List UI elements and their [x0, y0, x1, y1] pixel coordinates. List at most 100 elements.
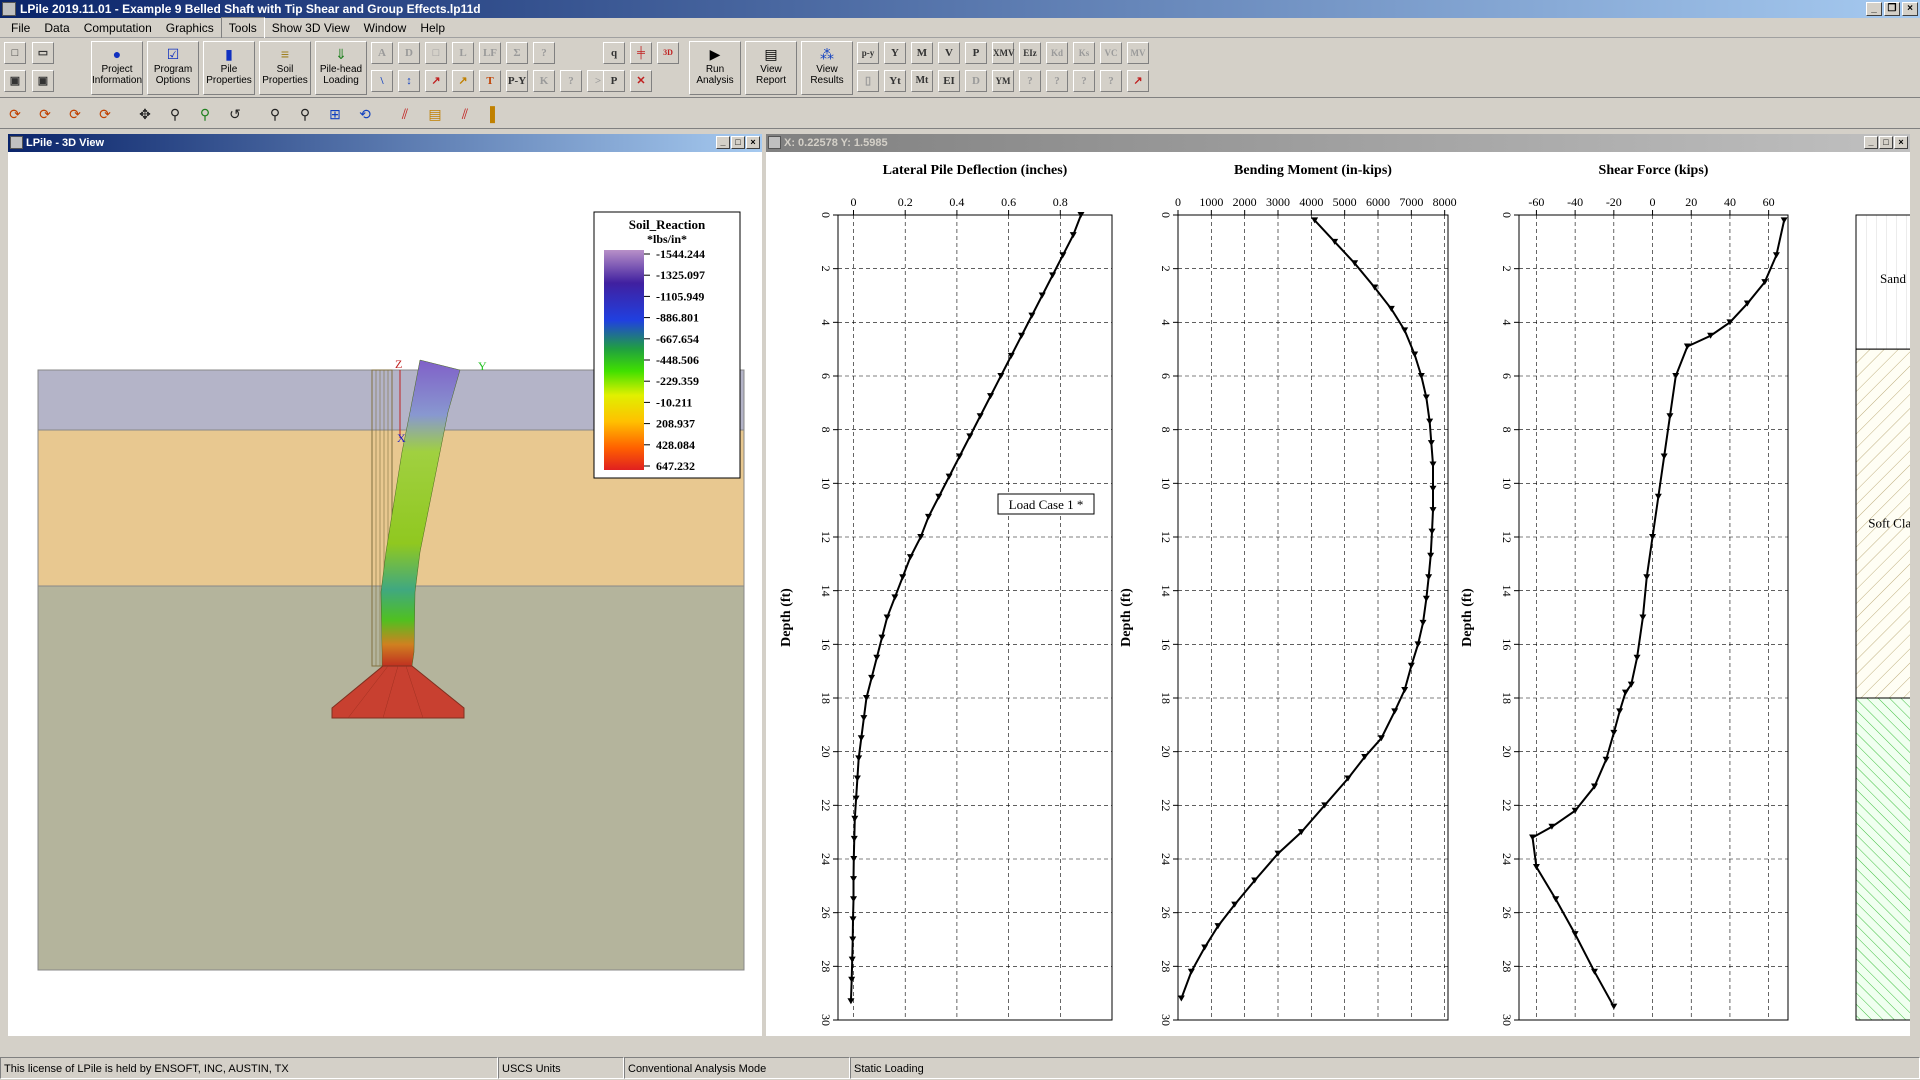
zoom-in-icon[interactable]: ⚲	[264, 103, 286, 125]
distributed-load-icon[interactable]: D	[398, 42, 420, 64]
pile-head-loading-button[interactable]: ⇓ Pile-head Loading	[315, 41, 367, 95]
menu-computation[interactable]: Computation	[77, 18, 159, 38]
reset-view-icon[interactable]: ↺	[224, 103, 246, 125]
l-shape-icon[interactable]: L	[452, 42, 474, 64]
ks-plot-icon[interactable]: Ks	[1073, 42, 1095, 64]
color-scale-icon[interactable]: ▤	[424, 103, 446, 125]
shaft-icon[interactable]: ╪	[630, 42, 652, 64]
refresh-icon[interactable]: ⟲	[354, 103, 376, 125]
view-report-button[interactable]: ▤ View Report	[745, 41, 797, 95]
run-analysis-button[interactable]: ▶ Run Analysis	[689, 41, 741, 95]
multi-plot-icon[interactable]: ↗	[1127, 70, 1149, 92]
t-icon[interactable]: T	[479, 70, 501, 92]
save-icon[interactable]: ▣	[4, 70, 26, 92]
square-icon[interactable]: □	[425, 42, 447, 64]
pan-icon[interactable]: ✥	[134, 103, 156, 125]
restore-button[interactable]: ❐	[1884, 2, 1900, 16]
results-window: X: 0.22578 Y: 1.5985 _ □ × 0 0.2 0.4 0.6 0.8…	[764, 132, 1920, 1038]
kd-plot-icon[interactable]: Kd	[1046, 42, 1068, 64]
vc-plot-icon[interactable]: VC	[1100, 42, 1122, 64]
k-icon[interactable]: K	[533, 70, 555, 92]
q-icon[interactable]: q	[603, 42, 625, 64]
curve-icon[interactable]: ?	[533, 42, 555, 64]
p-icon[interactable]: P	[603, 70, 625, 92]
menu-show-3d-view[interactable]: Show 3D View	[265, 18, 357, 38]
p-plot-icon[interactable]: P	[965, 42, 987, 64]
curve3-icon[interactable]: ?	[1046, 70, 1068, 92]
save-as-icon[interactable]: ▣	[32, 70, 54, 92]
view-results-button[interactable]: ⁂ View Results	[801, 41, 853, 95]
view-toolbar: ⟳ ⟳ ⟳ ⟳ ✥ ⚲ ⚲ ↺ ⚲ ⚲ ⊞ ⟲ ⫽ ▤ ⫽ ▌	[0, 99, 1920, 129]
menu-data[interactable]: Data	[37, 18, 76, 38]
results-maximize-button[interactable]: □	[1879, 136, 1893, 149]
vertical-arrows-icon[interactable]: ↕	[398, 70, 420, 92]
soil-properties-button[interactable]: ≡ Soil Properties	[259, 41, 311, 95]
y-tick-label: 6	[1159, 373, 1173, 379]
zoom-out-icon[interactable]: ⚲	[294, 103, 316, 125]
y-tick-label: 12	[1159, 531, 1173, 543]
soil-profile-icon[interactable]: ⫽	[454, 103, 476, 125]
grid-icon[interactable]: ⊞	[324, 103, 346, 125]
curve-plot-icon[interactable]: ↗	[425, 70, 447, 92]
ei-icon[interactable]: EI	[938, 70, 960, 92]
zoom-icon[interactable]: ⚲	[164, 103, 186, 125]
ei-plot-icon[interactable]: EIz	[1019, 42, 1041, 64]
3d-close-button[interactable]: ×	[746, 136, 760, 149]
p-multiplier-icon[interactable]: A	[371, 42, 393, 64]
y-plot-icon[interactable]: Y	[884, 42, 906, 64]
pile-properties-button[interactable]: ▮ Pile Properties	[203, 41, 255, 95]
curve5-icon[interactable]: ?	[1100, 70, 1122, 92]
legend-value: -1544.244	[656, 247, 705, 261]
project-information-button[interactable]: ● Project Information	[91, 41, 143, 95]
program-options-button[interactable]: ☑ Program Options	[147, 41, 199, 95]
graph-dim-icon[interactable]: ▯	[857, 70, 879, 92]
menu-file[interactable]: File	[4, 18, 37, 38]
results-canvas[interactable]: 0 0.2 0.4 0.6 0.8024681012141618202224262830…	[766, 152, 1920, 1036]
pile-shape-icon[interactable]: ⫽	[394, 103, 416, 125]
rotate-y-icon[interactable]: ⟳	[34, 103, 56, 125]
3d-view-canvas[interactable]: Z Y X Soil_Reaction *lbs/in* -1544.244 -1…	[8, 152, 762, 1036]
d-plot-icon[interactable]: D	[965, 70, 987, 92]
xym-plot-icon[interactable]: YM	[992, 70, 1014, 92]
pen-icon[interactable]: \	[371, 70, 393, 92]
legend-icon[interactable]: ▌	[484, 103, 506, 125]
open-folder-icon[interactable]: ▭	[32, 42, 54, 64]
close-button[interactable]: ×	[1902, 2, 1918, 16]
results-close-button[interactable]: ×	[1894, 136, 1908, 149]
button-label: Report	[755, 75, 786, 86]
multi-curve-icon[interactable]: ↗	[452, 70, 474, 92]
yt-plot-icon[interactable]: Yt	[884, 70, 906, 92]
rotate-xyz-icon[interactable]: ⟳	[94, 103, 116, 125]
sum-icon[interactable]: Σ	[506, 42, 528, 64]
menu-tools[interactable]: Tools	[220, 16, 265, 39]
cross-icon[interactable]: ✕	[630, 70, 652, 92]
y-tick-label: 30	[819, 1014, 833, 1026]
mat-plot-icon[interactable]: Mt	[911, 70, 933, 92]
menu-window[interactable]: Window	[357, 18, 414, 38]
results-minimize-button[interactable]: _	[1864, 136, 1878, 149]
x-tick-label: 4000	[1299, 195, 1323, 209]
p-y-icon[interactable]: P-Y	[506, 70, 528, 92]
3d-view-icon[interactable]: 3D	[657, 42, 679, 64]
menu-graphics[interactable]: Graphics	[159, 18, 221, 38]
p-y-plot-icon[interactable]: p-y	[857, 42, 879, 64]
loading-icon: ⇓	[335, 46, 347, 62]
zoom-fit-icon[interactable]: ⚲	[194, 103, 216, 125]
rotate-z-icon[interactable]: ⟳	[64, 103, 86, 125]
menu-help[interactable]: Help	[413, 18, 452, 38]
mv-plot-icon[interactable]: MV	[1127, 42, 1149, 64]
3d-maximize-button[interactable]: □	[731, 136, 745, 149]
bracket-icon[interactable]: ?	[560, 70, 582, 92]
x-tick-label: 0.2	[898, 195, 913, 209]
3d-minimize-button[interactable]: _	[716, 136, 730, 149]
xmv-plot-icon[interactable]: XMV	[992, 42, 1015, 64]
load-factor-icon[interactable]: LF	[479, 42, 501, 64]
legend-value: -229.359	[656, 374, 699, 388]
v-plot-icon[interactable]: V	[938, 42, 960, 64]
minimize-button[interactable]: _	[1866, 2, 1882, 16]
m-plot-icon[interactable]: M	[911, 42, 933, 64]
curve4-icon[interactable]: ?	[1073, 70, 1095, 92]
new-file-icon[interactable]: □	[4, 42, 26, 64]
rotate-x-icon[interactable]: ⟳	[4, 103, 26, 125]
curve2-icon[interactable]: ?	[1019, 70, 1041, 92]
